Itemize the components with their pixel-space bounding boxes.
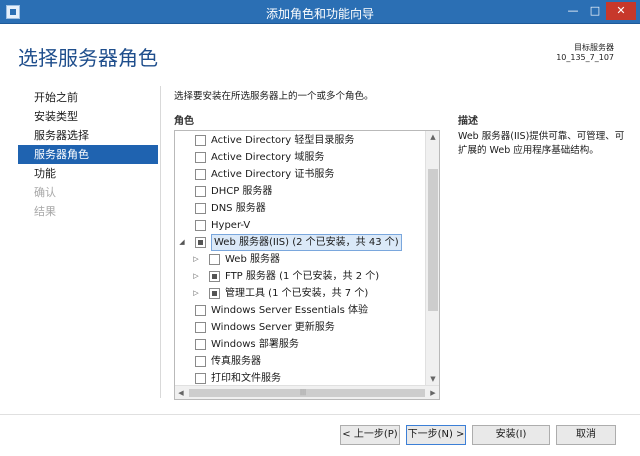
role-checkbox[interactable] <box>195 237 206 248</box>
description-header: 描述 <box>458 116 478 127</box>
horizontal-scrollbar[interactable]: ◀ ||| ▶ <box>175 385 439 399</box>
role-label: Active Directory 域服务 <box>211 152 325 163</box>
expander-icon[interactable]: ▷ <box>191 251 201 268</box>
previous-button[interactable]: < 上一步(P) <box>340 425 400 445</box>
minimize-button[interactable]: — <box>562 2 584 20</box>
role-label: Web 服务器 <box>225 254 280 265</box>
roles-header: 角色 <box>174 116 194 127</box>
scroll-right-icon[interactable]: ▶ <box>427 386 439 399</box>
role-checkbox[interactable] <box>195 135 206 146</box>
footer-divider <box>0 414 640 415</box>
role-label: Windows Server 更新服务 <box>211 322 335 333</box>
role-checkbox[interactable] <box>195 186 206 197</box>
instruction-text: 选择要安装在所选服务器上的一个或多个角色。 <box>174 91 374 102</box>
expander-icon[interactable]: ◢ <box>177 234 187 251</box>
role-label: Windows 部署服务 <box>211 339 299 350</box>
role-label: DNS 服务器 <box>211 203 266 214</box>
window-title: 添加角色和功能向导 <box>265 7 374 21</box>
role-label: 管理工具 (1 个已安装，共 7 个) <box>225 288 369 299</box>
target-server-label: 目标服务器 <box>574 43 614 52</box>
role-checkbox[interactable] <box>195 152 206 163</box>
scroll-grip-icon: ||| <box>299 389 307 396</box>
role-label: Hyper-V <box>211 220 251 231</box>
role-label: FTP 服务器 (1 个已安装，共 2 个) <box>225 271 380 282</box>
install-button[interactable]: 安装(I) <box>472 425 550 445</box>
nav-divider <box>160 86 161 398</box>
role-checkbox[interactable] <box>195 339 206 350</box>
role-label: Active Directory 证书服务 <box>211 169 335 180</box>
scroll-down-icon[interactable]: ▼ <box>426 373 439 385</box>
role-label: Web 服务器(IIS) (2 个已安装，共 43 个) <box>211 234 402 251</box>
vertical-scroll-thumb[interactable] <box>428 169 438 311</box>
vertical-scrollbar[interactable]: ▲ ▼ <box>425 131 439 385</box>
role-item[interactable]: DHCP 服务器 <box>175 183 425 200</box>
nav-item-features[interactable]: 功能 <box>18 164 158 183</box>
expander-icon[interactable]: ▷ <box>191 268 201 285</box>
role-checkbox[interactable] <box>195 203 206 214</box>
roles-list: Active Directory 轻型目录服务 Active Directory … <box>175 131 425 385</box>
nav-item-confirmation: 确认 <box>34 186 56 199</box>
role-checkbox[interactable] <box>209 288 220 299</box>
nav-item-server-selection[interactable]: 服务器选择 <box>18 126 158 145</box>
role-item[interactable]: Windows Server 更新服务 <box>175 319 425 336</box>
wizard-nav: 开始之前 安装类型 服务器选择 服务器角色 功能 确认 结果 <box>18 88 158 221</box>
role-checkbox[interactable] <box>195 169 206 180</box>
page-title: 选择服务器角色 <box>18 46 158 70</box>
role-item[interactable]: ▷ 管理工具 (1 个已安装，共 7 个) <box>175 285 425 302</box>
role-item[interactable]: ▷ Web 服务器 <box>175 251 425 268</box>
title-bar: 添加角色和功能向导 — □ ✕ <box>0 0 640 24</box>
role-item[interactable]: Active Directory 域服务 <box>175 149 425 166</box>
nav-item-before-you-begin[interactable]: 开始之前 <box>18 88 158 107</box>
nav-item-results: 结果 <box>34 205 56 218</box>
role-item[interactable]: Active Directory 证书服务 <box>175 166 425 183</box>
role-item[interactable]: Windows 部署服务 <box>175 336 425 353</box>
close-button[interactable]: ✕ <box>606 2 636 20</box>
role-checkbox[interactable] <box>209 254 220 265</box>
role-label: Active Directory 轻型目录服务 <box>211 135 355 146</box>
role-item[interactable]: Hyper-V <box>175 217 425 234</box>
role-label: 打印和文件服务 <box>211 373 281 384</box>
next-button[interactable]: 下一步(N) > <box>406 425 466 445</box>
role-checkbox[interactable] <box>195 356 206 367</box>
role-item[interactable]: 打印和文件服务 <box>175 370 425 385</box>
role-checkbox[interactable] <box>195 322 206 333</box>
role-checkbox[interactable] <box>209 271 220 282</box>
scroll-left-icon[interactable]: ◀ <box>175 386 187 399</box>
expander-icon[interactable]: ▷ <box>191 285 201 302</box>
role-checkbox[interactable] <box>195 305 206 316</box>
description-text: Web 服务器(IIS)提供可靠、可管理、可扩展的 Web 应用程序基础结构。 <box>458 131 625 156</box>
role-label: DHCP 服务器 <box>211 186 273 197</box>
roles-tree[interactable]: Active Directory 轻型目录服务 Active Directory … <box>174 130 440 400</box>
role-item[interactable]: Windows Server Essentials 体验 <box>175 302 425 319</box>
role-item[interactable]: DNS 服务器 <box>175 200 425 217</box>
nav-item-installation-type[interactable]: 安装类型 <box>18 107 158 126</box>
role-checkbox[interactable] <box>195 373 206 384</box>
nav-item-server-roles[interactable]: 服务器角色 <box>18 145 158 164</box>
role-checkbox[interactable] <box>195 220 206 231</box>
cancel-button[interactable]: 取消 <box>556 425 616 445</box>
role-label: 传真服务器 <box>211 356 261 367</box>
target-server-value: 10_135_7_107 <box>556 53 614 62</box>
scroll-up-icon[interactable]: ▲ <box>426 131 439 143</box>
role-item[interactable]: 传真服务器 <box>175 353 425 370</box>
role-item[interactable]: ▷ FTP 服务器 (1 个已安装，共 2 个) <box>175 268 425 285</box>
maximize-button[interactable]: □ <box>584 2 606 20</box>
role-item[interactable]: Active Directory 轻型目录服务 <box>175 132 425 149</box>
role-label: Windows Server Essentials 体验 <box>211 305 369 316</box>
role-item[interactable]: ◢ Web 服务器(IIS) (2 个已安装，共 43 个) <box>175 234 425 251</box>
